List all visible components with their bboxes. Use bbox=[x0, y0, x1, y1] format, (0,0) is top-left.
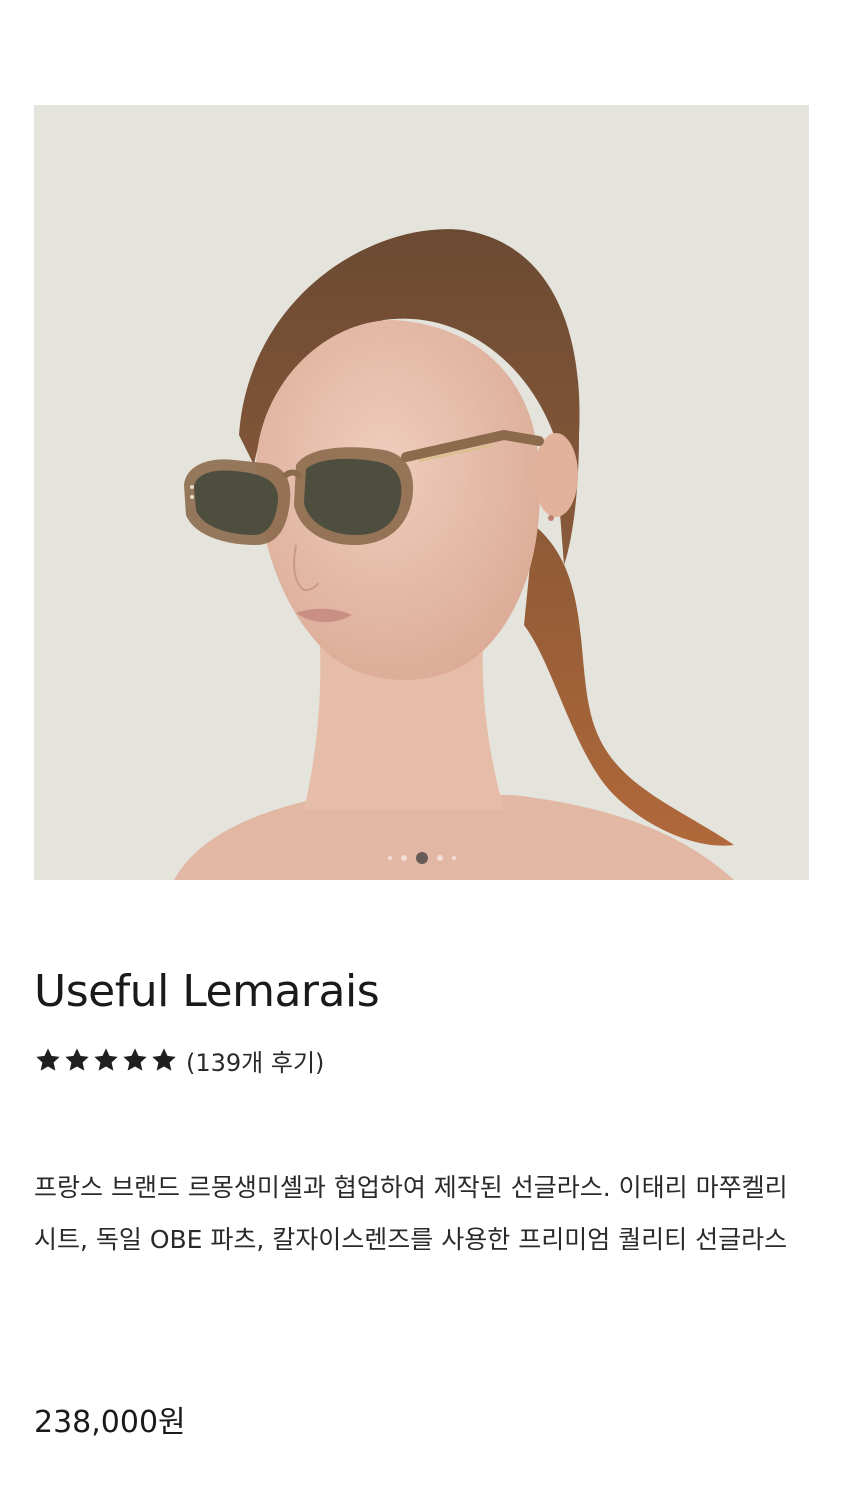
gallery-dot-2[interactable] bbox=[400, 855, 407, 861]
product-title: Useful Lemarais bbox=[34, 966, 380, 1017]
product-description: 프랑스 브랜드 르몽생미셸과 협업하여 제작된 선글라스. 이태리 마쭈켈리 시… bbox=[34, 1173, 788, 1254]
product-rating[interactable]: (139개 후기) bbox=[34, 1040, 324, 1080]
star-icon bbox=[94, 1048, 118, 1071]
star-icon bbox=[65, 1048, 89, 1071]
product-price: 238,000원 bbox=[34, 1405, 186, 1440]
product-photo-model-sunglasses bbox=[34, 105, 809, 880]
product-image-gallery[interactable] bbox=[34, 105, 809, 880]
gallery-dot-1[interactable] bbox=[387, 856, 392, 860]
gallery-pagination bbox=[34, 852, 809, 864]
rating-stars bbox=[34, 1046, 178, 1074]
star-icon bbox=[123, 1048, 147, 1071]
review-count-link[interactable]: (139개 후기) bbox=[186, 1043, 324, 1078]
star-icon bbox=[36, 1048, 60, 1071]
gallery-dot-3-active[interactable] bbox=[415, 852, 428, 864]
gallery-dot-5[interactable] bbox=[451, 856, 456, 860]
star-icon bbox=[152, 1048, 176, 1071]
gallery-dot-4[interactable] bbox=[436, 855, 443, 861]
